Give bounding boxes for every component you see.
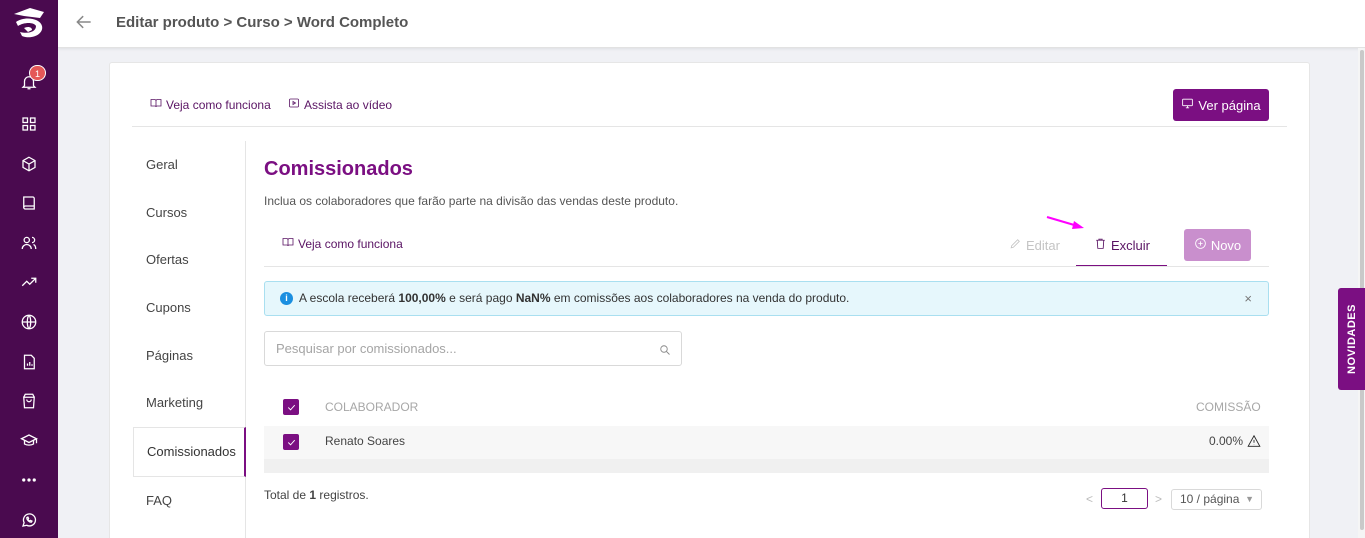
new-button[interactable]: Novo [1184, 229, 1251, 261]
new-label: Novo [1210, 237, 1242, 253]
commission-value: 0.00% [1209, 434, 1244, 448]
page-size-select[interactable]: 10 / página ▼ [1171, 489, 1262, 510]
page-size-value: 10 / página [1180, 492, 1240, 506]
graduation-cap-icon[interactable] [19, 431, 39, 451]
view-page-button[interactable]: Ver página [1173, 89, 1269, 121]
section-subtitle: Inclua os colaboradores que farão parte … [264, 194, 679, 208]
nav-item-paginas[interactable]: Páginas [146, 348, 193, 363]
box-icon[interactable] [19, 154, 39, 174]
school-percent: 100,00% [398, 291, 446, 305]
actions-divider [264, 266, 1269, 267]
header-divider [132, 126, 1287, 127]
next-page-icon[interactable]: > [1155, 492, 1162, 506]
how-it-works-label: Veja como funciona [166, 97, 271, 112]
column-header-commission[interactable]: COMISSÃO [1196, 400, 1261, 414]
globe-icon[interactable] [19, 312, 39, 332]
nav-item-comissionados[interactable]: Comissionados [147, 444, 236, 459]
novidades-label: NOVIDADES [1345, 304, 1358, 374]
prev-page-icon[interactable]: < [1086, 492, 1093, 506]
open-book-icon [150, 97, 162, 112]
grid-icon[interactable] [19, 114, 39, 134]
column-header-collaborator[interactable]: COLABORADOR [325, 400, 418, 414]
total-records: Total de 1 registros. [264, 488, 369, 502]
breadcrumb: Editar produto > Curso > Word Completo [116, 14, 409, 31]
whatsapp-icon[interactable] [19, 510, 39, 530]
view-page-label: Ver página [1198, 97, 1261, 113]
alert-prefix: A escola receberá [299, 291, 399, 305]
annotation-arrow-icon [1046, 215, 1084, 229]
notification-badge: 1 [29, 65, 46, 81]
search-input[interactable] [266, 333, 646, 364]
alert-middle: e será pago [445, 291, 516, 305]
more-icon[interactable] [19, 470, 39, 490]
section-how-it-works-label: Veja como funciona [298, 236, 403, 251]
nav-item-faq[interactable]: FAQ [146, 493, 172, 508]
chevron-down-icon: ▼ [1245, 494, 1254, 504]
nav-item-cupons[interactable]: Cupons [146, 300, 191, 315]
pencil-icon [1009, 237, 1022, 253]
alert-text: A escola receberá 100,00% e será pago Na… [299, 291, 849, 305]
monitor-icon [1181, 97, 1194, 113]
nav-item-cursos[interactable]: Cursos [146, 205, 187, 220]
back-arrow-icon[interactable] [74, 12, 96, 34]
watch-video-label: Assista ao vídeo [304, 97, 393, 112]
trending-up-icon[interactable] [19, 272, 39, 292]
commission-alert: i A escola receberá 100,00% e será pago … [264, 281, 1269, 316]
section-title: Comissionados [264, 158, 413, 180]
table-row-spacer [264, 459, 1269, 473]
row-checkbox[interactable] [283, 434, 299, 450]
search-box [264, 331, 682, 366]
top-bar: Editar produto > Curso > Word Completo [58, 0, 1365, 48]
logo-icon[interactable] [10, 4, 48, 44]
section-how-it-works-link[interactable]: Veja como funciona [282, 236, 403, 251]
novidades-tab[interactable]: NOVIDADES [1338, 288, 1365, 390]
check-icon [287, 404, 295, 410]
nav-item-geral[interactable]: Geral [146, 157, 178, 172]
play-icon [288, 97, 300, 112]
nav-item-ofertas[interactable]: Ofertas [146, 252, 189, 267]
trash-icon [1094, 237, 1107, 253]
report-icon[interactable] [19, 352, 39, 372]
plus-circle-icon [1194, 237, 1207, 253]
table-row[interactable] [264, 426, 1269, 459]
delete-button[interactable]: Excluir [1094, 237, 1150, 253]
info-icon: i [280, 292, 293, 305]
alert-close-icon[interactable]: × [1244, 291, 1252, 306]
users-icon[interactable] [19, 233, 39, 253]
page-number-input[interactable]: 1 [1101, 488, 1148, 509]
collaborator-name: Renato Soares [325, 434, 406, 448]
warning-icon[interactable] [1247, 434, 1261, 448]
app-sidebar: 1 [0, 0, 58, 538]
open-book-icon [282, 236, 294, 251]
book-icon[interactable] [19, 193, 39, 213]
nav-item-marketing[interactable]: Marketing [146, 395, 203, 410]
select-all-checkbox[interactable] [283, 399, 299, 415]
delete-label: Excluir [1111, 237, 1151, 253]
total-prefix: Total de [264, 488, 310, 502]
search-icon[interactable] [659, 343, 671, 355]
nav-divider [245, 141, 246, 538]
how-it-works-link[interactable]: Veja como funciona [150, 97, 271, 112]
alert-suffix: em comissões aos colaboradores na venda … [550, 291, 850, 305]
check-icon [287, 439, 295, 445]
watch-video-link[interactable]: Assista ao vídeo [288, 97, 392, 112]
edit-label: Editar [1026, 237, 1060, 253]
shopping-bag-icon[interactable] [19, 391, 39, 411]
total-suffix: registros. [316, 488, 369, 502]
paid-percent: NaN% [515, 291, 551, 305]
edit-button[interactable]: Editar [1009, 237, 1060, 253]
